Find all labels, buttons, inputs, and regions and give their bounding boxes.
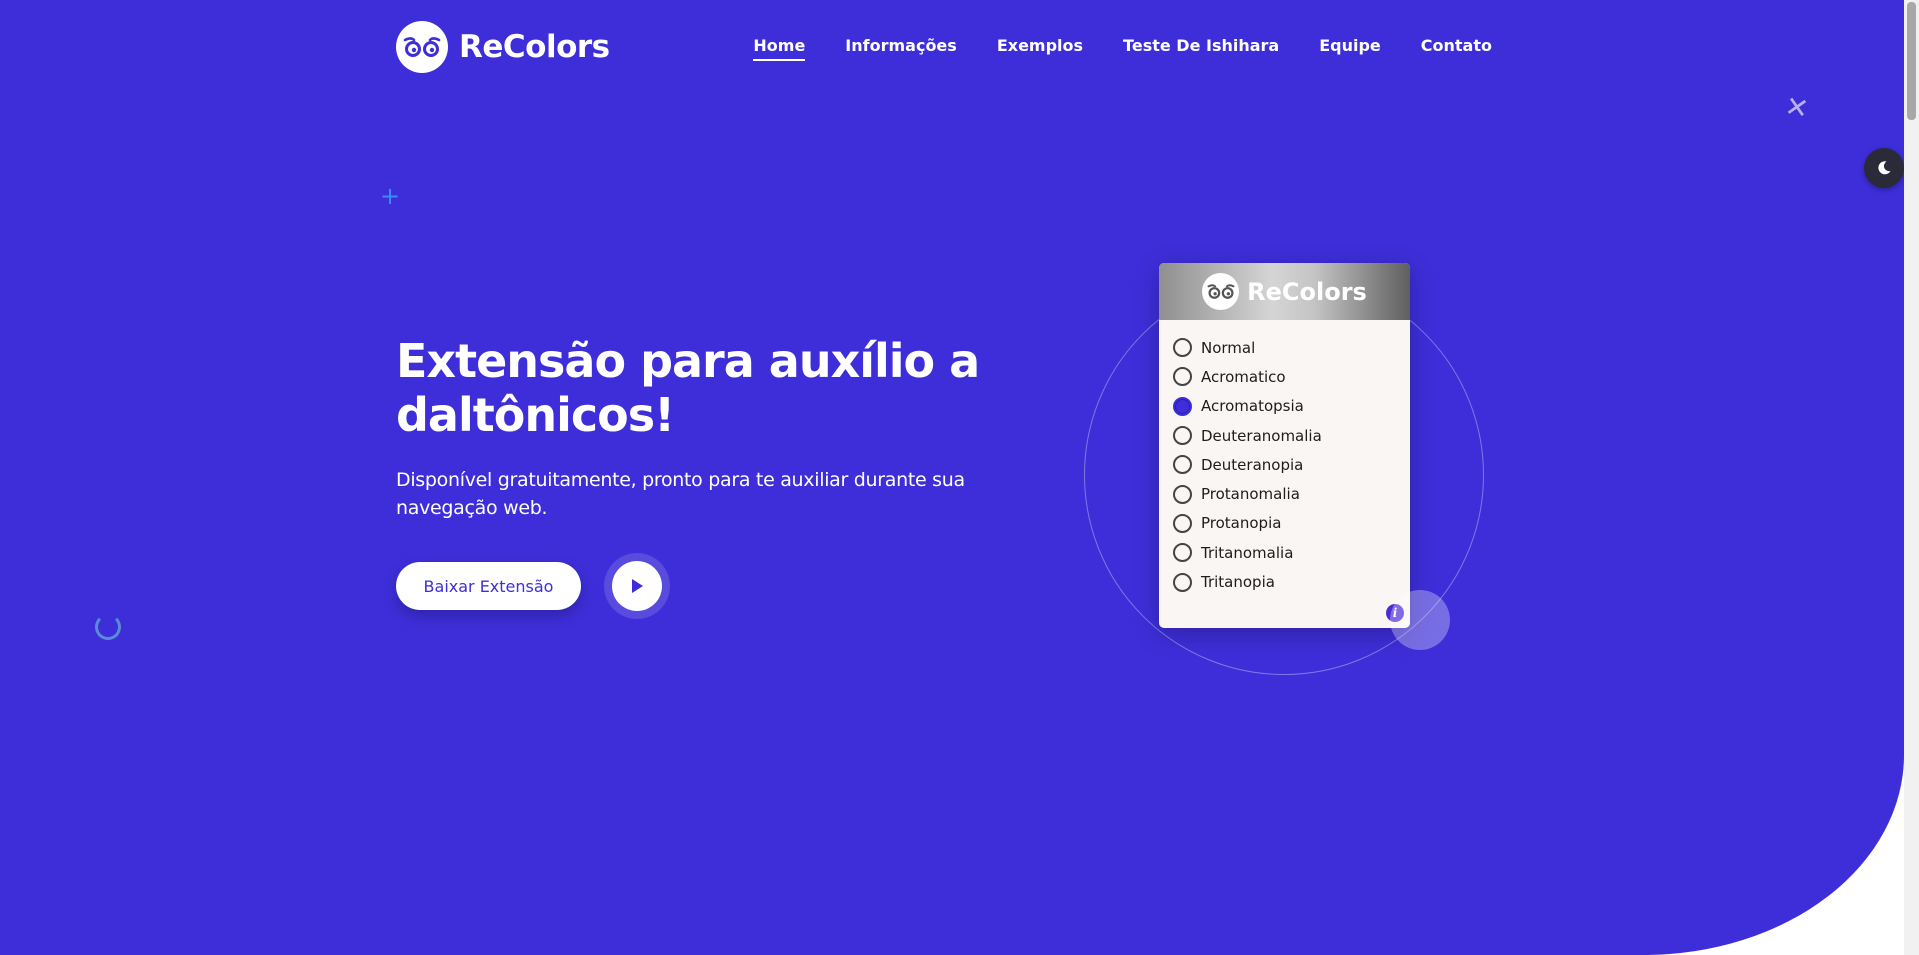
radio-button[interactable] (1173, 484, 1192, 504)
hero-section: ReColors Home Informações Exemplos Teste… (0, 0, 1904, 955)
radio-button[interactable] (1173, 338, 1192, 358)
cross-icon: ✕ (1782, 89, 1812, 126)
popup-logo-owl-icon (1202, 273, 1240, 310)
decorative-small-circle (1390, 590, 1450, 650)
option-normal[interactable]: Normal (1173, 333, 1410, 362)
radio-button[interactable] (1173, 455, 1192, 475)
option-label: Tritanomalia (1201, 543, 1294, 562)
moon-icon (1878, 161, 1891, 175)
option-label: Deuteranomalia (1201, 426, 1322, 445)
radio-button[interactable] (1173, 543, 1192, 563)
option-deuteranopia[interactable]: Deuteranopia (1173, 450, 1410, 479)
option-protanomalia[interactable]: Protanomalia (1173, 479, 1410, 508)
nav-informacoes[interactable]: Informações (845, 36, 957, 61)
radio-button[interactable] (1173, 513, 1192, 533)
nav-exemplos[interactable]: Exemplos (997, 36, 1083, 61)
main-nav: Home Informações Exemplos Teste De Ishih… (753, 36, 1492, 61)
color-mode-options: Normal Acromatico Acromatopsia Deuterano… (1159, 320, 1410, 597)
nav-home[interactable]: Home (753, 36, 805, 61)
logo-text: ReColors (459, 29, 610, 65)
option-deuteranomalia[interactable]: Deuteranomalia (1173, 421, 1410, 450)
option-label: Protanomalia (1201, 485, 1300, 504)
ring-icon (95, 614, 121, 640)
play-icon (612, 561, 662, 611)
scrollbar-thumb[interactable] (1907, 2, 1916, 120)
hero-subtitle: Disponível gratuitamente, pronto para te… (396, 469, 965, 519)
dark-mode-toggle[interactable] (1864, 148, 1904, 188)
option-tritanomalia[interactable]: Tritanomalia (1173, 538, 1410, 567)
radio-button[interactable] (1173, 426, 1192, 446)
download-extension-button[interactable]: Baixar Extensão (396, 562, 581, 610)
logo-owl-icon (396, 21, 448, 73)
nav-equipe[interactable]: Equipe (1319, 36, 1381, 61)
hero-title: Extensão para auxílio a daltônicos! (396, 334, 980, 442)
extension-popup-preview: ReColors Normal Acromatico Acromatopsia … (1159, 263, 1410, 628)
option-label: Acromatopsia (1201, 397, 1304, 416)
option-acromatico[interactable]: Acromatico (1173, 362, 1410, 391)
nav-teste-ishihara[interactable]: Teste De Ishihara (1123, 36, 1279, 61)
option-protanopia[interactable]: Protanopia (1173, 509, 1410, 538)
play-video-button[interactable] (604, 553, 670, 619)
radio-button-checked[interactable] (1173, 396, 1192, 416)
option-label: Normal (1201, 338, 1256, 357)
popup-header: ReColors (1159, 263, 1410, 320)
nav-contato[interactable]: Contato (1421, 36, 1492, 61)
option-label: Tritanopia (1201, 573, 1275, 592)
option-label: Deuteranopia (1201, 455, 1304, 474)
option-label: Protanopia (1201, 514, 1282, 533)
option-tritanopia[interactable]: Tritanopia (1173, 567, 1410, 596)
option-acromatopsia[interactable]: Acromatopsia (1173, 392, 1410, 421)
page-scrollbar[interactable] (1904, 0, 1919, 955)
plus-icon: + (380, 182, 401, 210)
site-logo[interactable]: ReColors (396, 21, 610, 73)
option-label: Acromatico (1201, 367, 1286, 386)
popup-logo-text: ReColors (1247, 277, 1367, 306)
radio-button[interactable] (1173, 572, 1192, 592)
radio-button[interactable] (1173, 367, 1192, 387)
